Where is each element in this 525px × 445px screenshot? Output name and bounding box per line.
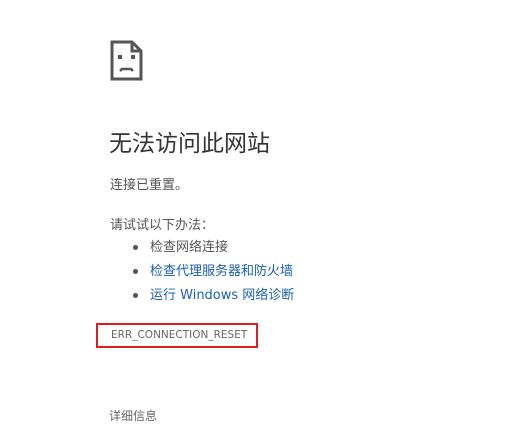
error-code: ERR_CONNECTION_RESET	[111, 329, 248, 341]
suggestion-item-check-proxy-firewall: 检查代理服务器和防火墙	[110, 263, 294, 287]
suggestions-list: 检查网络连接 检查代理服务器和防火墙 运行 Windows 网络诊断	[110, 239, 294, 311]
bullet-icon	[133, 269, 138, 274]
page-title: 无法访问此网站	[109, 131, 270, 157]
run-network-diagnostics-link[interactable]: 运行 Windows 网络诊断	[150, 288, 294, 303]
suggestion-text: 检查网络连接	[150, 240, 229, 255]
sad-page-icon	[110, 40, 143, 81]
error-description: 连接已重置。	[110, 178, 189, 193]
details-button[interactable]: 详细信息	[109, 408, 157, 424]
error-page: 无法访问此网站 连接已重置。 请试试以下办法： 检查网络连接 检查代理服务器和防…	[0, 0, 525, 445]
suggestions-heading: 请试试以下办法：	[110, 218, 215, 233]
suggestion-item-run-diagnostics: 运行 Windows 网络诊断	[110, 287, 294, 311]
suggestion-item-check-network: 检查网络连接	[110, 239, 294, 263]
check-proxy-firewall-link[interactable]: 检查代理服务器和防火墙	[150, 264, 293, 279]
bullet-icon	[133, 245, 138, 250]
bullet-icon	[133, 293, 138, 298]
